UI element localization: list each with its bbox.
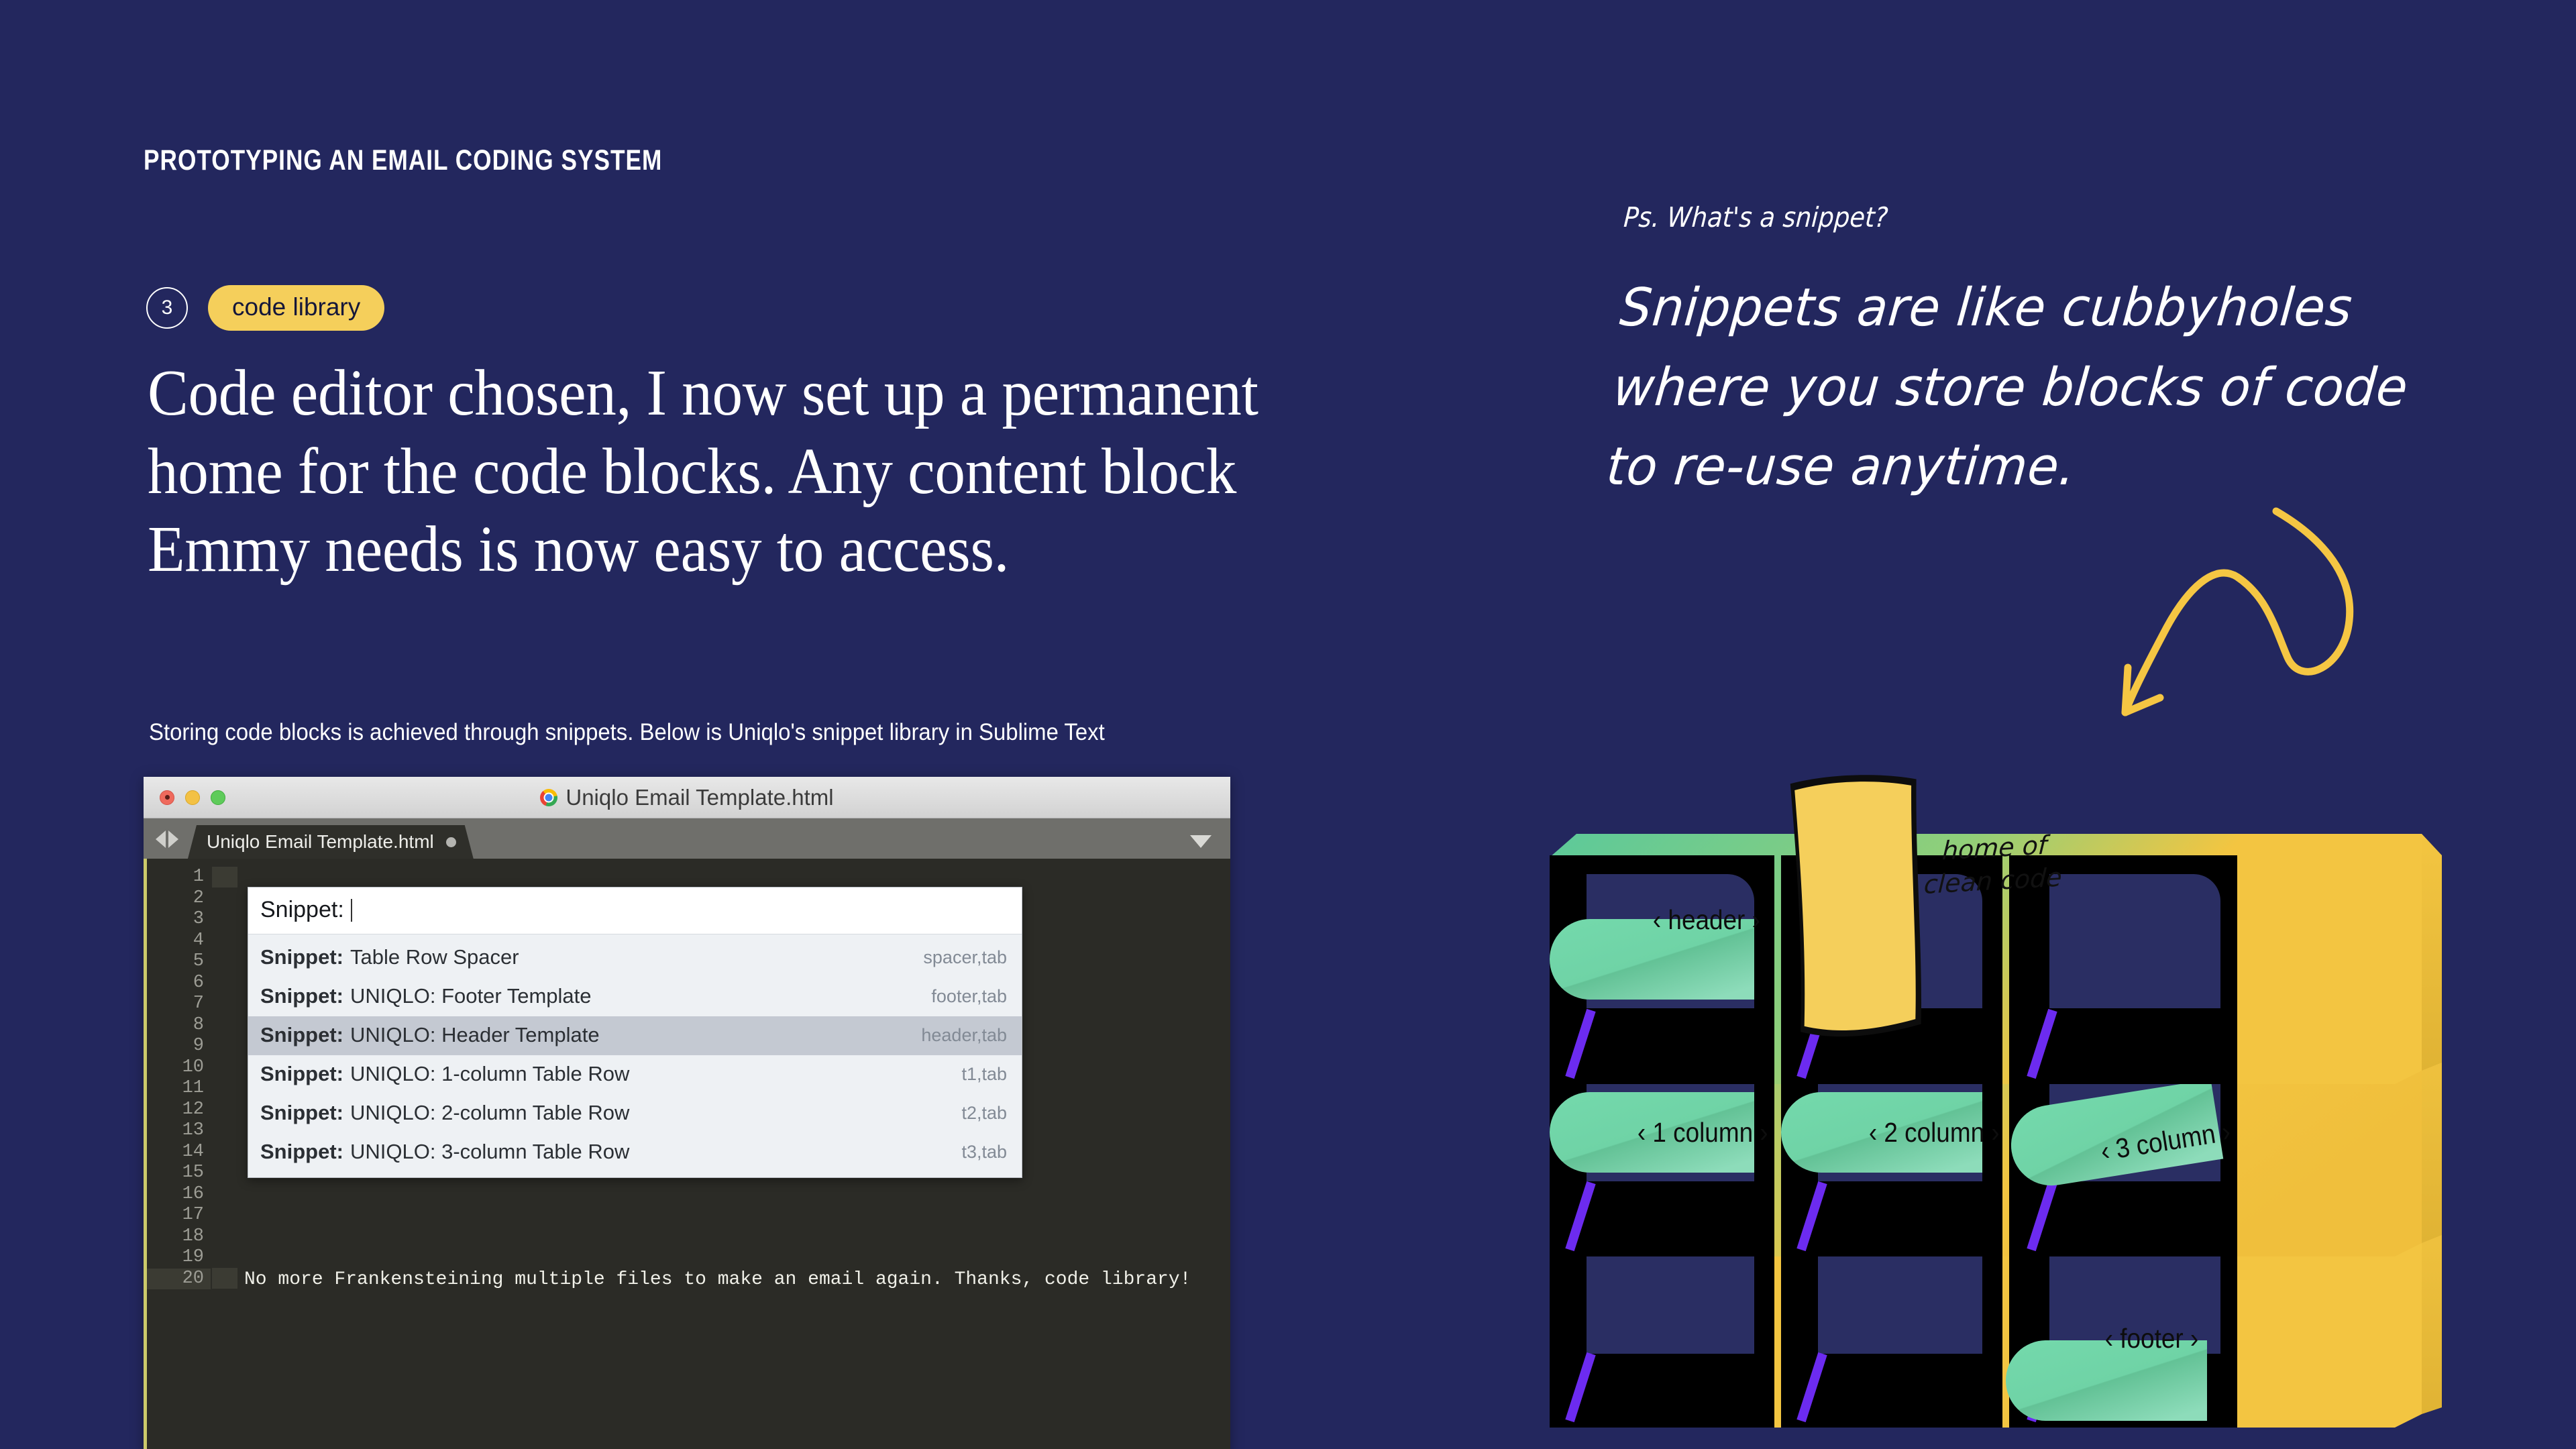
- line-number-18: 18: [182, 1226, 204, 1246]
- cubby-label-1-column: ‹ 1 column ›: [1637, 1117, 1768, 1148]
- line-number-1: 1: [193, 867, 204, 887]
- snippet-row-label: Snippet: UNIQLO: Header Template: [260, 1023, 600, 1047]
- snippet-row-name: Table Row Spacer: [350, 945, 519, 969]
- line-number-19: 19: [182, 1247, 204, 1267]
- minimize-button[interactable]: [185, 790, 200, 805]
- page-subcopy: Storing code blocks is achieved through …: [149, 719, 1105, 745]
- snippet-row[interactable]: Snippet: UNIQLO: Header Template header,ta…: [248, 1016, 1022, 1055]
- snippet-row-name: UNIQLO: 2-column Table Row: [350, 1101, 630, 1124]
- snippet-row-trigger: spacer,tab: [923, 947, 1007, 967]
- window-controls[interactable]: [160, 790, 225, 805]
- cursor-highlight-line1: [212, 867, 237, 888]
- snippet-list[interactable]: Snippet: Table Row Spacer spacer,tab Snippe…: [248, 934, 1022, 1177]
- editor-body: 1 2 3 4 5 6 7 8 9 10 11 12 13 14 15 16 17 18 19 20 No more …: [144, 859, 1230, 1449]
- line-number-16: 16: [182, 1183, 204, 1204]
- snippet-row-label: Snippet: UNIQLO: 3-column Table Row: [260, 1140, 629, 1164]
- snippet-row-label: Snippet: UNIQLO: 1-column Table Row: [260, 1062, 629, 1086]
- snippet-row-trigger: t3,tab: [961, 1141, 1007, 1162]
- cursor-highlight-line20: [212, 1268, 237, 1289]
- snippet-search-input[interactable]: Snippet:: [248, 888, 1022, 934]
- line-number-9: 9: [193, 1036, 204, 1056]
- snippet-row[interactable]: Snippet: UNIQLO: Footer Template footer,ta…: [248, 977, 1022, 1016]
- line-number-2: 2: [193, 888, 204, 908]
- snippet-row-prefix: Snippet:: [260, 1140, 343, 1163]
- snippet-input-label: Snippet:: [260, 897, 344, 922]
- slide-canvas: PROTOTYPING AN EMAIL CODING SYSTEM 3 cod…: [0, 0, 2576, 1449]
- snippet-row[interactable]: Snippet: Table Row Spacer spacer,tab: [248, 938, 1022, 977]
- line-number-11: 11: [182, 1078, 204, 1098]
- sticky-note-text: home of clean code: [1923, 830, 2063, 900]
- line-number-13: 13: [182, 1120, 204, 1140]
- line-number-10: 10: [182, 1057, 204, 1077]
- line-number-7: 7: [193, 994, 204, 1014]
- line-number-14: 14: [182, 1141, 204, 1162]
- step-number: 3: [146, 287, 188, 329]
- close-button[interactable]: [160, 790, 174, 805]
- page-title: Code editor chosen, I now set up a perma…: [148, 357, 1258, 586]
- snippet-row-name: UNIQLO: 3-column Table Row: [350, 1140, 630, 1163]
- snippet-row-name: UNIQLO: 1-column Table Row: [350, 1062, 630, 1085]
- snippet-row-trigger: header,tab: [921, 1024, 1007, 1045]
- step-badge-code-library: code library: [208, 285, 385, 331]
- snippet-row-label: Snippet: UNIQLO: Footer Template: [260, 984, 592, 1008]
- line-number-4: 4: [193, 930, 204, 951]
- tab-nav-arrows[interactable]: [156, 830, 178, 848]
- text-cursor-icon: [350, 898, 352, 922]
- editor-tabbar: Uniqlo Email Template.html: [144, 818, 1230, 859]
- snippet-row-trigger: t1,tab: [961, 1063, 1007, 1084]
- curved-arrow-icon: [2121, 507, 2354, 716]
- line-number-8: 8: [193, 1014, 204, 1035]
- snippet-row-trigger: footer,tab: [931, 985, 1007, 1006]
- snippet-row[interactable]: Snippet: UNIQLO: 3-column Table Row t3,tab: [248, 1133, 1022, 1172]
- page-kicker: PROTOTYPING AN EMAIL CODING SYSTEM: [144, 144, 663, 176]
- chrome-icon: [540, 788, 558, 806]
- zoom-button[interactable]: [211, 790, 225, 805]
- code-line-20: No more Frankensteining multiple files t…: [244, 1269, 1191, 1290]
- line-number-gutter: 1 2 3 4 5 6 7 8 9 10 11 12 13 14 15 16 17 18 19 20: [147, 859, 211, 1449]
- line-number-12: 12: [182, 1099, 204, 1120]
- snippet-row[interactable]: Snippet: UNIQLO: 2-column Table Row t2,tab: [248, 1094, 1022, 1133]
- editor-tab-active[interactable]: Uniqlo Email Template.html: [188, 825, 474, 859]
- window-title: Uniqlo Email Template.html: [566, 784, 834, 810]
- tab-modified-dot-icon: [446, 837, 456, 847]
- triangle-right-icon[interactable]: [168, 830, 178, 848]
- cubby-label-header: ‹ header ›: [1652, 904, 1760, 935]
- step-indicator: 3 code library: [146, 285, 385, 331]
- cubby-label-footer: ‹ footer ›: [2104, 1323, 2199, 1354]
- annotation-ps-line: Ps. What's a snippet?: [1622, 201, 1889, 233]
- triangle-left-icon[interactable]: [156, 830, 166, 848]
- snippet-row-prefix: Snippet:: [260, 984, 343, 1008]
- snippet-row-label: Snippet: UNIQLO: 2-column Table Row: [260, 1101, 629, 1125]
- snippet-row-prefix: Snippet:: [260, 1023, 343, 1046]
- window-titlebar: Uniqlo Email Template.html: [144, 777, 1230, 818]
- sublime-text-window: Uniqlo Email Template.html Uniqlo Email …: [144, 777, 1230, 1449]
- line-number-17: 17: [182, 1205, 204, 1225]
- snippet-row[interactable]: Snippet: UNIQLO: 1-column Table Row t1,tab: [248, 1055, 1022, 1094]
- annotation-body: Snippets are like cubbyholes where you s…: [1604, 278, 2410, 498]
- snippet-row-label: Snippet: Table Row Spacer: [260, 945, 519, 969]
- snippet-row-prefix: Snippet:: [260, 1101, 343, 1124]
- snippet-row-name: UNIQLO: Header Template: [350, 1023, 600, 1046]
- line-number-15: 15: [182, 1163, 204, 1183]
- tab-label: Uniqlo Email Template.html: [207, 831, 434, 852]
- snippet-autocomplete-popup[interactable]: Snippet: Snippet: Table Row Spacer spacer,…: [248, 887, 1022, 1178]
- snippet-row-prefix: Snippet:: [260, 1062, 343, 1085]
- cubby-label-2-column: ‹ 2 column ›: [1868, 1117, 2000, 1148]
- caret-down-icon[interactable]: [1190, 835, 1212, 848]
- line-number-6: 6: [193, 972, 204, 993]
- line-number-20: 20: [147, 1268, 211, 1289]
- snippet-row-name: UNIQLO: Footer Template: [350, 984, 592, 1008]
- snippet-row-prefix: Snippet:: [260, 945, 343, 969]
- snippet-row-trigger: t2,tab: [961, 1102, 1007, 1123]
- line-number-3: 3: [193, 909, 204, 929]
- line-number-5: 5: [193, 951, 204, 971]
